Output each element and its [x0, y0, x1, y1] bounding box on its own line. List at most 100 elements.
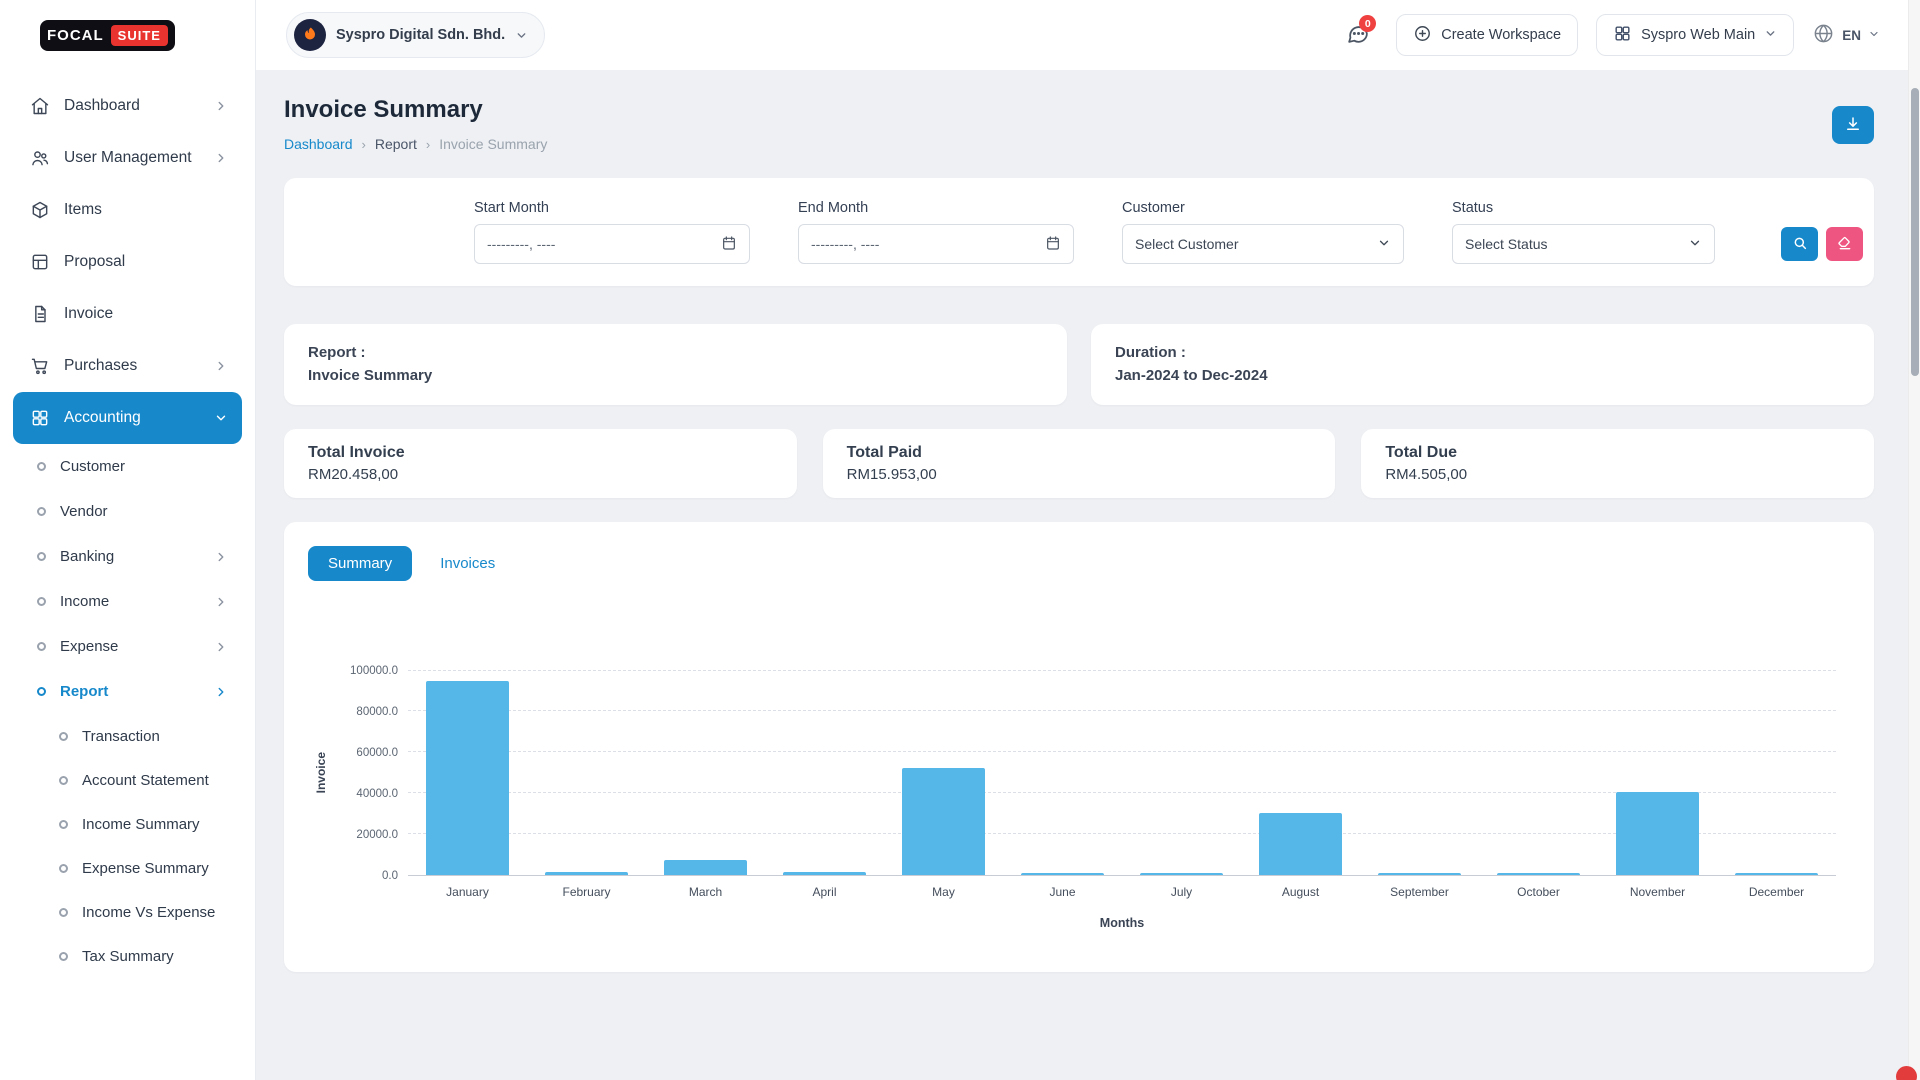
x-tick-label: December [1717, 885, 1836, 899]
sidebar-item-invoice[interactable]: Invoice [13, 288, 242, 340]
sidebar-item-account-statement[interactable]: Account Statement [13, 758, 242, 802]
bar-july [1140, 873, 1223, 875]
bar-may [902, 768, 985, 874]
sidebar-item-label: Accounting [64, 409, 200, 427]
x-tick-label: September [1360, 885, 1479, 899]
chevron-right-icon [214, 99, 228, 113]
status-select[interactable]: Select Status [1452, 224, 1715, 264]
sidebar-item-items[interactable]: Items [13, 184, 242, 236]
y-axis-ticks: 0.020000.040000.060000.080000.0100000.0 [334, 671, 408, 876]
y-tick-label: 0.0 [382, 870, 398, 882]
date-placeholder: ---------, ---- [487, 236, 555, 252]
sidebar-item-label: Customer [60, 458, 228, 475]
chat-badge: 0 [1359, 15, 1376, 32]
floating-notification-dot[interactable] [1896, 1066, 1917, 1080]
bullet-icon [37, 507, 46, 516]
eraser-icon [1837, 235, 1853, 254]
topbar: Syspro Digital Sdn. Bhd. 0 Create Worksp… [256, 0, 1920, 70]
scrollbar-thumb[interactable] [1911, 88, 1919, 376]
sidebar-item-expense[interactable]: Expense [13, 624, 242, 669]
filter-actions [1781, 227, 1863, 264]
sidebar-item-expense-summary[interactable]: Expense Summary [13, 846, 242, 890]
chevron-down-icon [1688, 236, 1702, 253]
sidebar-item-report[interactable]: Report [13, 669, 242, 714]
stat-value: RM4.505,00 [1385, 466, 1850, 483]
language-selector[interactable]: EN [1812, 22, 1880, 49]
stat-value: RM15.953,00 [847, 466, 1312, 483]
sidebar-item-label: Account Statement [82, 772, 228, 789]
breadcrumb-current: Invoice Summary [439, 136, 547, 152]
stat-value: RM20.458,00 [308, 466, 773, 483]
sidebar-item-user-management[interactable]: User Management [13, 132, 242, 184]
start-month-input[interactable]: ---------, ---- [474, 224, 750, 264]
home-icon [30, 96, 50, 116]
customer-select[interactable]: Select Customer [1122, 224, 1404, 264]
chevron-right-icon [214, 685, 228, 699]
company-selector[interactable]: Syspro Digital Sdn. Bhd. [286, 12, 545, 58]
sidebar-item-income-summary[interactable]: Income Summary [13, 802, 242, 846]
stat-label: Total Invoice [308, 444, 773, 462]
sidebar-item-proposal[interactable]: Proposal [13, 236, 242, 288]
sidebar-item-purchases[interactable]: Purchases [13, 340, 242, 392]
create-workspace-label: Create Workspace [1441, 27, 1561, 43]
app-logo: FOCAL SUITE [0, 0, 255, 70]
sidebar-item-banking[interactable]: Banking [13, 534, 242, 579]
bar-slot-february [527, 671, 646, 875]
sidebar-item-label: Expense [60, 638, 200, 655]
sidebar-item-transaction[interactable]: Transaction [13, 714, 242, 758]
chat-button[interactable]: 0 [1336, 15, 1378, 55]
x-tick-label: November [1598, 885, 1717, 899]
sidebar-item-dashboard[interactable]: Dashboard [13, 80, 242, 132]
x-tick-label: May [884, 885, 1003, 899]
create-workspace-button[interactable]: Create Workspace [1396, 14, 1578, 56]
x-axis-title: Months [408, 916, 1836, 930]
sidebar-item-label: Transaction [82, 728, 228, 745]
breadcrumb-report[interactable]: Report [375, 136, 417, 152]
bullet-icon [37, 462, 46, 471]
bar-slot-december [1717, 671, 1836, 875]
plot-column: JanuaryFebruaryMarchAprilMayJuneJulyAugu… [408, 671, 1836, 930]
page-head: Invoice Summary Dashboard › Report › Inv… [284, 96, 1874, 152]
x-tick-label: February [527, 885, 646, 899]
sidebar-item-income[interactable]: Income [13, 579, 242, 624]
bar-august [1259, 813, 1342, 874]
sidebar-item-accounting[interactable]: Accounting [13, 392, 242, 444]
sidebar-item-tax-summary[interactable]: Tax Summary [13, 934, 242, 978]
sidebar-item-label: Dashboard [64, 97, 200, 115]
bullet-icon [59, 952, 68, 961]
bar-october [1497, 873, 1580, 874]
total-invoice-card: Total Invoice RM20.458,00 [284, 429, 797, 498]
invoice-icon [30, 304, 50, 324]
chevron-down-icon [1377, 236, 1391, 253]
bar-march [664, 860, 747, 874]
sidebar-nav: Dashboard User Management ItemsProposalInv… [0, 70, 255, 994]
bar-june [1021, 873, 1104, 875]
bar-april [783, 872, 866, 874]
sidebar-item-customer[interactable]: Customer [13, 444, 242, 489]
breadcrumb-dashboard[interactable]: Dashboard [284, 136, 353, 152]
bar-slot-october [1479, 671, 1598, 875]
reset-filter-button[interactable] [1826, 227, 1863, 261]
sidebar-item-income-vs-expense[interactable]: Income Vs Expense [13, 890, 242, 934]
users-icon [30, 148, 50, 168]
cart-icon [30, 356, 50, 376]
chevron-right-icon [214, 595, 228, 609]
stat-label: Total Due [1385, 444, 1850, 462]
sidebar-item-label: User Management [64, 149, 200, 167]
end-month-input[interactable]: ---------, ---- [798, 224, 1074, 264]
tab-invoices[interactable]: Invoices [420, 546, 515, 581]
search-button[interactable] [1781, 227, 1818, 261]
x-tick-label: August [1241, 885, 1360, 899]
y-tick-label: 40000.0 [356, 788, 398, 800]
bullet-icon [37, 642, 46, 651]
chart-tabs: Summary Invoices [308, 546, 1850, 581]
bullet-icon [59, 776, 68, 785]
download-button[interactable] [1832, 106, 1874, 144]
bullet-icon [59, 732, 68, 741]
report-info-row: Report : Invoice Summary Duration : Jan-… [284, 324, 1874, 405]
x-tick-label: March [646, 885, 765, 899]
workspace-menu-button[interactable]: Syspro Web Main [1596, 14, 1794, 56]
tab-summary[interactable]: Summary [308, 546, 412, 581]
sidebar-item-vendor[interactable]: Vendor [13, 489, 242, 534]
date-placeholder: ---------, ---- [811, 236, 879, 252]
